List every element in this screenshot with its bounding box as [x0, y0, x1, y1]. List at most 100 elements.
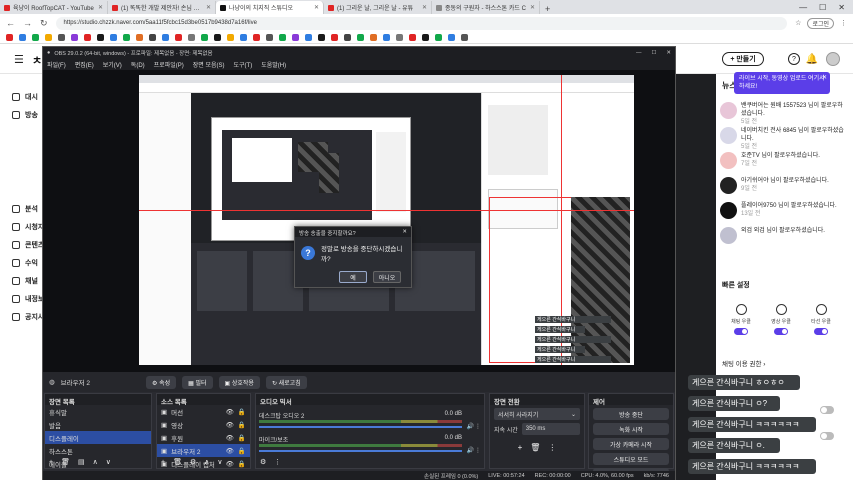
minimize-icon[interactable]: —: [636, 50, 642, 56]
toggle-switch[interactable]: [774, 328, 788, 335]
trash-icon[interactable]: 🗑: [173, 458, 182, 466]
scene-item[interactable]: 발음: [45, 418, 151, 431]
bookmark-icon[interactable]: [162, 34, 169, 41]
close-icon[interactable]: ✕: [530, 4, 535, 11]
lock-icon[interactable]: 🔒: [238, 408, 246, 416]
close-icon[interactable]: ✕: [206, 4, 211, 11]
bell-icon[interactable]: 🔔: [806, 53, 818, 65]
bookmark-icon[interactable]: [19, 34, 26, 41]
close-icon[interactable]: ✕: [402, 229, 407, 235]
bookmark-icon[interactable]: [240, 34, 247, 41]
menu-dots-icon[interactable]: ⋮: [548, 443, 556, 452]
minimize-icon[interactable]: —: [799, 3, 807, 12]
login-button[interactable]: 로그인: [807, 17, 834, 29]
control-button[interactable]: 스튜디오 모드: [593, 453, 669, 465]
filters-button[interactable]: ▦ 필터: [182, 375, 213, 389]
add-icon[interactable]: +: [49, 459, 53, 466]
avatar[interactable]: [826, 52, 840, 66]
chat-permission-link[interactable]: 채팅 이용 권한 ›: [722, 358, 765, 368]
obs-menu-item[interactable]: 독(D): [131, 60, 145, 69]
refresh-button[interactable]: ↻ 새로고침: [265, 375, 307, 389]
sidebar-item[interactable]: 콘텐츠: [12, 240, 44, 250]
source-item[interactable]: ▣ 머선 👁 🔒: [157, 405, 250, 418]
eye-icon[interactable]: 👁: [226, 434, 234, 442]
chevron-up-icon[interactable]: ∧: [204, 458, 209, 466]
menu-dots-icon[interactable]: ⋮: [475, 447, 481, 454]
eye-icon[interactable]: 👁: [226, 408, 234, 416]
bookmark-icon[interactable]: [370, 34, 377, 41]
duration-input[interactable]: 350 ms: [521, 423, 580, 435]
close-icon[interactable]: ✕: [822, 74, 827, 82]
close-icon[interactable]: ✕: [422, 4, 427, 11]
bookmark-icon[interactable]: [435, 34, 442, 41]
url-field[interactable]: https://studio.chzzk.naver.com/5aa11f5fc…: [55, 16, 788, 30]
bookmark-icon[interactable]: [357, 34, 364, 41]
lock-icon[interactable]: 🔒: [238, 434, 246, 442]
bookmark-icon[interactable]: [110, 34, 117, 41]
speaker-icon[interactable]: 🔊: [467, 447, 474, 454]
make-button[interactable]: + 만들기: [722, 52, 764, 66]
bookmark-icon[interactable]: [136, 34, 143, 41]
lock-icon[interactable]: 🔒: [238, 421, 246, 429]
browser-tab[interactable]: (1) 똑똑한 개발 제안자! 손님 관리 ✕: [108, 1, 216, 14]
config-icon[interactable]: ▤: [78, 458, 85, 466]
bookmark-icon[interactable]: [188, 34, 195, 41]
toggle-switch[interactable]: [820, 432, 834, 440]
sidebar-item[interactable]: 방송: [12, 110, 38, 120]
scene-item[interactable]: 디스플레이: [45, 431, 151, 444]
quick-setting[interactable]: 타선 우클: [806, 304, 836, 335]
bookmark-icon[interactable]: [214, 34, 221, 41]
bookmark-icon[interactable]: [344, 34, 351, 41]
chevron-down-icon[interactable]: ∨: [217, 458, 222, 466]
eye-icon[interactable]: 👁: [226, 421, 234, 429]
volume-slider[interactable]: [259, 426, 462, 428]
sidebar-item[interactable]: 채널: [12, 276, 38, 286]
source-item[interactable]: ▣ 영상 👁 🔒: [157, 418, 250, 431]
toggle-switch[interactable]: [734, 328, 748, 335]
back-icon[interactable]: ←: [6, 18, 15, 28]
close-icon[interactable]: ✕: [314, 4, 319, 11]
speaker-icon[interactable]: 🔊: [467, 423, 474, 430]
bookmark-icon[interactable]: [45, 34, 52, 41]
control-button[interactable]: 방송 중단: [593, 408, 669, 420]
control-button[interactable]: 녹화 시작: [593, 423, 669, 435]
properties-button[interactable]: ⚙ 속성: [146, 375, 177, 389]
obs-preview[interactable]: 게으른 간식바구니 게으른 간식바구니 게으른 간식바구니 게으른 간식바구니 …: [43, 70, 675, 372]
obs-menu-item[interactable]: 도움말(H): [261, 60, 286, 69]
obs-menu-item[interactable]: 장면 모음(S): [193, 60, 225, 69]
add-icon[interactable]: +: [161, 459, 165, 466]
source-item[interactable]: ▣ 후원 👁 🔒: [157, 431, 250, 444]
transition-select[interactable]: 서서히 사라지기 ⌄: [494, 408, 580, 420]
bookmark-icon[interactable]: [58, 34, 65, 41]
close-icon[interactable]: ✕: [98, 4, 103, 11]
obs-menu-item[interactable]: 프로파일(P): [154, 60, 184, 69]
browser-tab[interactable]: 육냥이 RoofTopCAT - YouTube ✕: [0, 1, 108, 14]
no-button[interactable]: 아니오: [373, 271, 401, 283]
bookmark-icon[interactable]: [6, 34, 13, 41]
add-icon[interactable]: +: [518, 443, 523, 452]
quick-setting[interactable]: 채팅 우클: [726, 304, 756, 335]
bookmark-icon[interactable]: [201, 34, 208, 41]
bookmark-icon[interactable]: [422, 34, 429, 41]
obs-menu-item[interactable]: 도구(T): [234, 60, 253, 69]
forward-icon[interactable]: →: [23, 18, 32, 28]
sidebar-item[interactable]: 내정보: [12, 294, 44, 304]
bookmark-icon[interactable]: [227, 34, 234, 41]
bookmark-icon[interactable]: [448, 34, 455, 41]
chevron-up-icon[interactable]: ∧: [93, 458, 98, 466]
bookmark-icon[interactable]: [266, 34, 273, 41]
browser-tab[interactable]: (1) 그리운 날, 그리운 날 - 유튜 ✕: [324, 1, 432, 14]
bookmark-icon[interactable]: [396, 34, 403, 41]
bookmark-icon[interactable]: [279, 34, 286, 41]
bookmark-icon[interactable]: [149, 34, 156, 41]
close-icon[interactable]: ✕: [666, 50, 671, 56]
chevron-down-icon[interactable]: ∨: [106, 458, 111, 466]
sidebar-item[interactable]: 분석: [12, 204, 38, 214]
bookmark-icon[interactable]: [32, 34, 39, 41]
sidebar-item[interactable]: 대시: [12, 92, 38, 102]
toggle-switch[interactable]: [820, 406, 834, 414]
bookmark-icon[interactable]: [123, 34, 130, 41]
browser-tab[interactable]: 종동의 구원자 - 하스스톤 카드 C ✕: [432, 1, 540, 14]
sidebar-item[interactable]: 공지사: [12, 312, 44, 322]
bookmark-icon[interactable]: [461, 34, 468, 41]
